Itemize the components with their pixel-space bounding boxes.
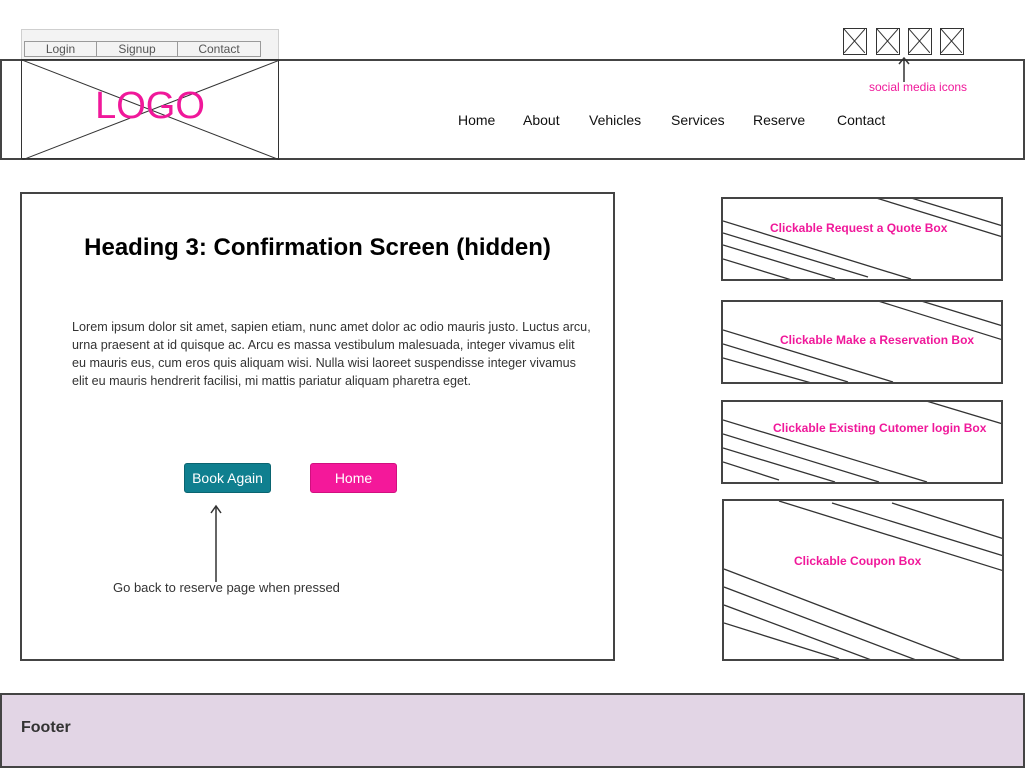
signup-link[interactable]: Signup (96, 41, 178, 57)
nav-about[interactable]: About (523, 112, 560, 128)
arrow-up-icon (210, 504, 222, 582)
social-icon-4[interactable] (940, 28, 964, 55)
footer-label: Footer (21, 719, 71, 736)
social-icon-1[interactable] (843, 28, 867, 55)
make-reservation-box[interactable]: Clickable Make a Reservation Box (721, 300, 1003, 384)
nav-services[interactable]: Services (671, 112, 725, 128)
nav-home[interactable]: Home (458, 112, 495, 128)
coupon-label: Clickable Coupon Box (794, 554, 922, 568)
login-link[interactable]: Login (24, 41, 97, 57)
nav-reserve[interactable]: Reserve (753, 112, 805, 128)
placeholder-hatch-icon (724, 501, 1002, 659)
logo[interactable]: LOGO (21, 59, 280, 160)
contact-link[interactable]: Contact (177, 41, 261, 57)
nav-contact[interactable]: Contact (837, 112, 885, 128)
make-reservation-label: Clickable Make a Reservation Box (780, 333, 975, 347)
coupon-box[interactable]: Clickable Coupon Box (722, 499, 1004, 661)
social-icon-2[interactable] (876, 28, 900, 55)
utility-bar: Login Signup Contact (21, 29, 279, 59)
social-media-annotation: social media icons (869, 80, 968, 94)
request-quote-label: Clickable Request a Quote Box (770, 221, 948, 235)
body-text: Lorem ipsum dolor sit amet, sapien etiam… (72, 320, 591, 388)
book-again-button[interactable]: Book Again (184, 463, 271, 493)
existing-customer-login-box[interactable]: Clickable Existing Cutomer login Box (721, 400, 1003, 484)
placeholder-hatch-icon (723, 199, 1001, 279)
main-content-box: Heading 3: Confirmation Screen (hidden) … (20, 192, 615, 661)
nav-vehicles[interactable]: Vehicles (589, 112, 641, 128)
book-again-annotation: Go back to reserve page when pressed (113, 580, 340, 595)
footer: Footer (0, 693, 1025, 768)
page-heading: Heading 3: Confirmation Screen (hidden) (84, 234, 551, 261)
existing-customer-login-label: Clickable Existing Cutomer login Box (773, 421, 987, 435)
request-quote-box[interactable]: Clickable Request a Quote Box (721, 197, 1003, 281)
social-icon-3[interactable] (908, 28, 932, 55)
home-button[interactable]: Home (310, 463, 397, 493)
logo-text: LOGO (95, 85, 205, 127)
placeholder-hatch-icon (723, 402, 1001, 482)
